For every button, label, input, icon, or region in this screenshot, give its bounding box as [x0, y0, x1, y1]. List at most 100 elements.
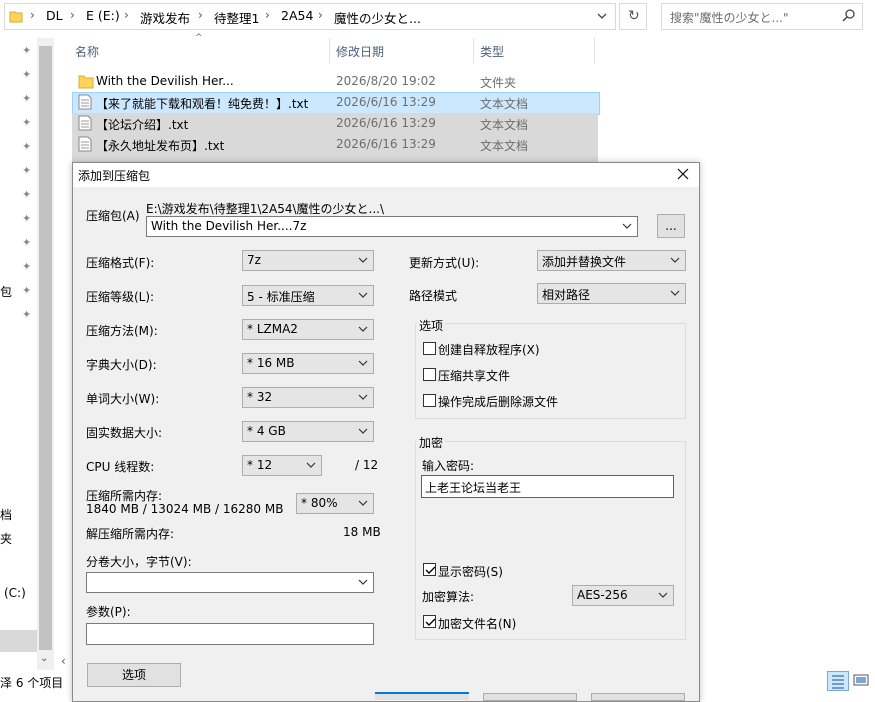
dialog-title: 添加到压缩包 — [78, 169, 151, 183]
sfx-checkbox[interactable] — [423, 342, 436, 355]
archive-name-combo[interactable]: With the Devilish Her....7z — [146, 216, 638, 237]
word-label: 单词大小(W): — [86, 392, 160, 406]
chevron-down-icon[interactable] — [595, 9, 609, 23]
params-label: 参数(P): — [86, 605, 131, 619]
pin-icon: ✦ — [22, 92, 32, 105]
file-date: 2026/6/16 13:29 — [336, 116, 436, 130]
method-label: 压缩方法(M): — [86, 324, 158, 338]
path-mode-value: 相对路径 — [542, 288, 591, 302]
threads-label: CPU 线程数: — [86, 460, 155, 474]
volume-label: 分卷大小，字节(V): — [86, 555, 192, 569]
column-divider — [329, 38, 330, 64]
chevron-down-icon — [306, 462, 316, 468]
ok-button[interactable] — [375, 692, 469, 700]
mem-percent-select[interactable]: * 80% — [296, 493, 374, 514]
nav-selected-item[interactable] — [0, 630, 37, 652]
format-select[interactable]: 7z — [242, 250, 374, 271]
nav-item-fragment[interactable]: 夹 — [0, 530, 12, 547]
refresh-button[interactable]: ↻ — [619, 3, 647, 30]
browse-button[interactable]: ... — [657, 214, 685, 238]
path-mode-select[interactable]: 相对路径 — [537, 283, 686, 304]
level-select[interactable]: 5 - 标准压缩 — [242, 285, 374, 306]
file-date: 2026/6/16 13:29 — [336, 95, 436, 109]
delete-source-checkbox[interactable] — [423, 394, 436, 407]
crumb-pending[interactable]: 待整理1 — [214, 8, 259, 27]
file-row[interactable]: 【永久地址发布页】.txt 2026/6/16 13:29 文本文档 — [72, 134, 598, 155]
column-type[interactable]: 类型 — [480, 43, 504, 60]
column-divider — [473, 38, 474, 64]
crumb-2a54[interactable]: 2A54 — [281, 8, 313, 23]
file-date: 2026/8/20 19:02 — [336, 74, 436, 88]
crumb-drive[interactable]: E (E:) — [86, 8, 120, 23]
column-divider — [594, 38, 595, 64]
scroll-down-icon[interactable]: ⌄ — [40, 653, 48, 664]
level-label: 压缩等级(L): — [86, 290, 155, 304]
pin-icon: ✦ — [22, 284, 32, 297]
file-row[interactable]: 【论坛介绍】.txt 2026/6/16 13:29 文本文档 — [72, 113, 598, 134]
nav-scrollbar[interactable]: ⌄ — [37, 38, 54, 670]
nav-item-fragment[interactable]: (C:) — [4, 586, 26, 600]
close-icon[interactable] — [675, 165, 691, 186]
threads-select[interactable]: * 12 — [242, 455, 322, 476]
file-type: 文本文档 — [480, 139, 529, 153]
column-date[interactable]: 修改日期 — [336, 43, 384, 60]
options-group-title: 选项 — [417, 317, 446, 334]
cancel-button[interactable] — [483, 693, 577, 701]
solid-select[interactable]: * 4 GB — [242, 421, 374, 442]
show-password-checkbox[interactable] — [423, 563, 436, 576]
volume-size-combo[interactable] — [86, 572, 374, 593]
crumb-current[interactable]: 魔性の少女と... — [334, 8, 421, 27]
nav-item-fragment[interactable]: 档 — [0, 506, 12, 523]
chevron-down-icon — [358, 394, 368, 400]
column-name[interactable]: 名称 — [75, 43, 99, 60]
large-icons-button[interactable] — [851, 671, 871, 691]
password-value: 上老王论坛当老王 — [425, 481, 522, 495]
word-select[interactable]: * 32 — [242, 387, 374, 408]
help-button[interactable] — [591, 693, 685, 701]
file-row[interactable]: With the Devilish Her... 2026/8/20 19:02… — [72, 71, 598, 92]
pin-icon: ✦ — [22, 308, 32, 321]
file-row[interactable]: 【来了就能下载和观看！纯免费！】.txt 2026/6/16 13:29 文本文… — [72, 92, 600, 115]
shared-checkbox[interactable] — [423, 368, 436, 381]
chevron-right-icon: › — [265, 8, 270, 22]
dict-select[interactable]: * 16 MB — [242, 353, 374, 374]
file-type: 文本文档 — [480, 97, 529, 111]
password-input[interactable]: 上老王论坛当老王 — [421, 475, 674, 498]
chevron-right-icon: › — [30, 8, 35, 22]
encrypt-method-label: 加密算法: — [422, 590, 475, 604]
update-value: 添加并替换文件 — [542, 255, 627, 269]
crumb-games[interactable]: 游戏发布 — [140, 8, 190, 27]
details-view-button[interactable] — [827, 671, 849, 691]
threads-total: / 12 — [355, 458, 379, 472]
decomp-value: 18 MB — [343, 525, 381, 539]
chevron-right-icon: › — [318, 8, 323, 22]
file-type: 文本文档 — [480, 118, 529, 132]
encrypt-method-select[interactable]: AES-256 — [572, 585, 674, 606]
chevron-down-icon — [358, 326, 368, 332]
dict-value: * 16 MB — [247, 356, 295, 370]
sfx-label: 创建自释放程序(X) — [438, 343, 540, 357]
pin-icon: ✦ — [22, 68, 32, 81]
method-select[interactable]: * LZMA2 — [242, 319, 374, 340]
sort-arrow-icon: ^ — [195, 33, 203, 43]
dialog-titlebar[interactable]: 添加到压缩包 — [73, 163, 699, 187]
chevron-down-icon — [670, 290, 680, 296]
search-input[interactable]: 搜索"魔性の少女と..." — [670, 9, 788, 26]
options-button[interactable]: 选项 — [87, 663, 181, 687]
scroll-left-icon[interactable]: ‹ — [61, 654, 66, 668]
text-file-icon — [78, 115, 92, 134]
scrollbar-thumb[interactable] — [39, 46, 52, 650]
nav-item-fragment[interactable]: 包 — [0, 283, 12, 300]
large-icons-view-icon — [853, 674, 869, 686]
params-input[interactable] — [86, 623, 374, 645]
update-select[interactable]: 添加并替换文件 — [537, 250, 686, 271]
chevron-down-icon — [358, 428, 368, 434]
file-name: 【论坛介绍】.txt — [96, 118, 189, 132]
options-button-label: 选项 — [121, 668, 146, 682]
solid-label: 固实数据大小: — [86, 426, 163, 440]
encrypt-names-checkbox[interactable] — [423, 615, 436, 628]
search-box[interactable]: 搜索"魔性の少女と..." — [661, 3, 863, 30]
text-file-icon — [78, 94, 92, 113]
threads-value: * 12 — [247, 458, 273, 472]
crumb-dl[interactable]: DL — [46, 8, 63, 23]
